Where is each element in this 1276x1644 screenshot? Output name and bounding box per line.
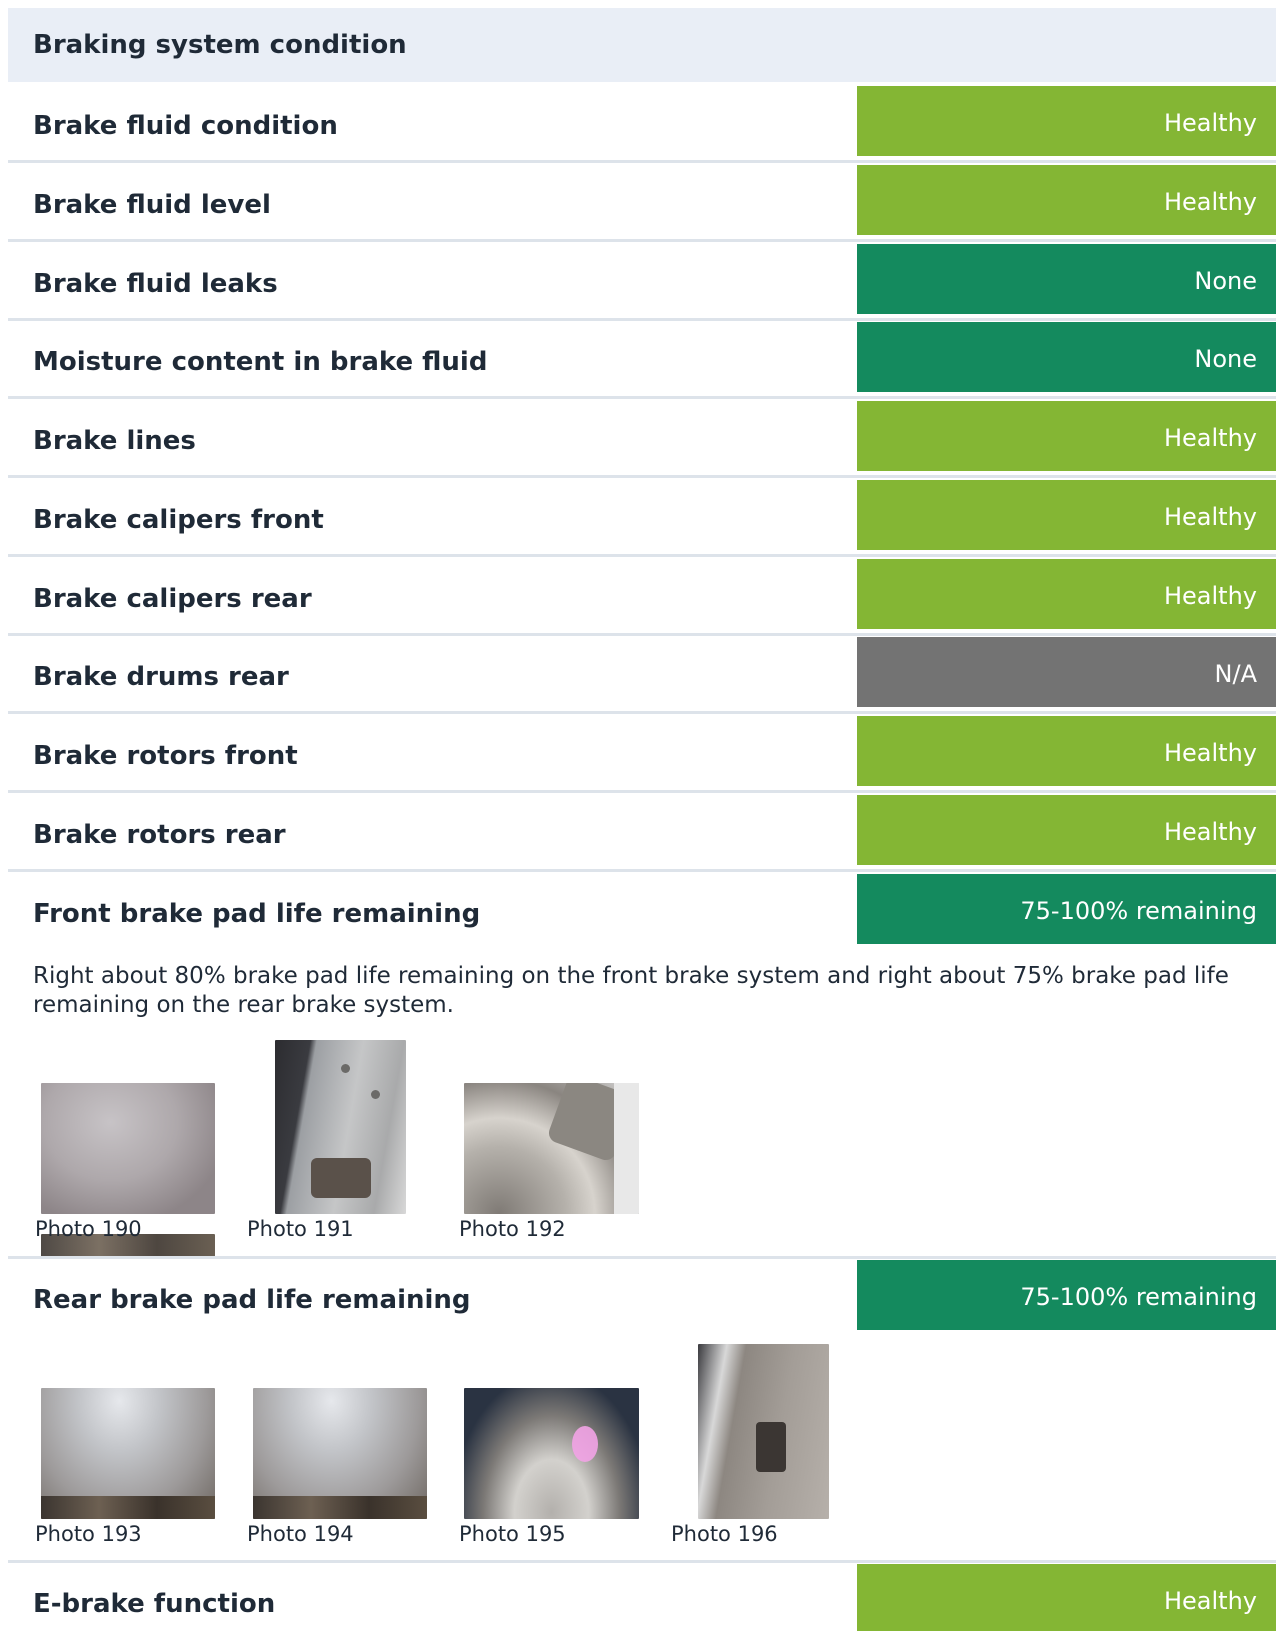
divider [8,239,1276,242]
photo-193-image[interactable] [41,1388,215,1519]
photo-192-image[interactable] [464,1083,639,1214]
divider [8,396,1276,399]
row-label: Brake fluid condition [33,111,338,141]
photo-caption: Photo 191 [247,1217,354,1241]
photo-191-image[interactable] [275,1040,406,1214]
status-badge: N/A [857,637,1276,707]
row-label: Moisture content in brake fluid [33,347,488,377]
status-badge: Healthy [857,716,1276,786]
photo-196-image[interactable] [698,1344,829,1519]
front-pad-note: Right about 80% brake pad life remaining… [33,963,1229,1018]
photo-195-image[interactable] [464,1388,639,1519]
section-header: Braking system condition [8,8,1276,82]
photo-caption: Photo 192 [459,1217,566,1241]
photo-caption: Photo 194 [247,1522,354,1546]
divider [8,1560,1276,1563]
row-label: Brake fluid leaks [33,269,278,299]
row-label: Brake drums rear [33,662,289,692]
status-badge: 75-100% remaining [857,874,1276,944]
row-label: Brake calipers rear [33,584,312,614]
row-label: Brake rotors front [33,741,298,771]
divider [8,633,1276,636]
status-badge: Healthy [857,86,1276,156]
status-badge: Healthy [857,480,1276,550]
divider [8,318,1276,321]
row-label: Brake rotors rear [33,820,286,850]
photo-caption: Photo 193 [35,1522,142,1546]
status-badge: 75-100% remaining [857,1260,1276,1330]
photo-194-image[interactable] [253,1388,427,1519]
divider [8,554,1276,557]
divider [8,475,1276,478]
row-label: Brake calipers front [33,505,324,535]
status-badge: None [857,244,1276,314]
row-label: Front brake pad life remaining [33,899,481,929]
status-badge: Healthy [857,165,1276,235]
row-label: Brake fluid level [33,190,271,220]
divider [8,160,1276,163]
photo-caption: Photo 196 [671,1522,778,1546]
row-label: Brake lines [33,426,196,456]
status-badge: Healthy [857,795,1276,865]
status-badge: Healthy [857,1564,1276,1631]
section-title: Braking system condition [33,30,407,60]
divider [8,711,1276,714]
divider [8,1256,1276,1259]
divider [8,869,1276,872]
status-badge: None [857,322,1276,392]
status-badge: Healthy [857,401,1276,471]
status-badge: Healthy [857,559,1276,629]
row-label: Rear brake pad life remaining [33,1285,471,1315]
photo-caption: Photo 195 [459,1522,566,1546]
row-label: E-brake function [33,1589,276,1619]
divider [8,790,1276,793]
photo-190-image[interactable] [41,1083,215,1214]
photo-caption: Photo 190 [35,1217,142,1241]
